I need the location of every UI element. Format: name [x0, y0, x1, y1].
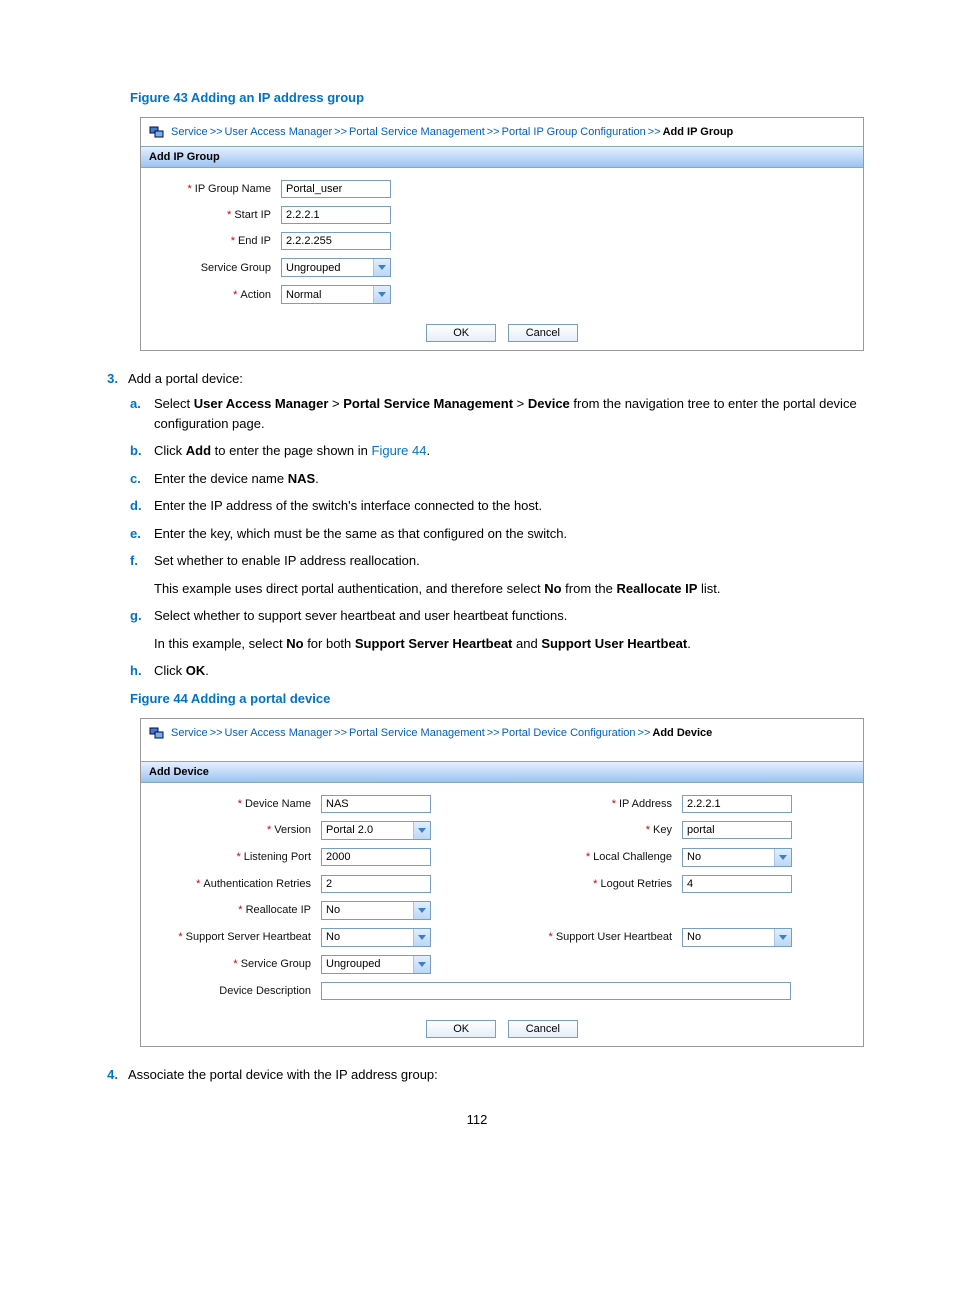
step-3-sublist: a. Select User Access Manager > Portal S…: [130, 394, 864, 681]
auth-retries-label: *Authentication Retries: [141, 878, 321, 890]
key-input[interactable]: [682, 821, 792, 839]
step-4: 4. Associate the portal device with the …: [100, 1067, 864, 1082]
sub-a: a. Select User Access Manager > Portal S…: [130, 394, 864, 433]
figure-44-title: Figure 44 Adding a portal device: [130, 691, 864, 706]
sub-d: d. Enter the IP address of the switch's …: [130, 496, 864, 516]
device-desc-label: Device Description: [141, 985, 321, 997]
ip-group-name-label: *IP Group Name: [141, 183, 281, 195]
figure-44-link[interactable]: Figure 44: [372, 443, 427, 458]
local-challenge-label: *Local Challenge: [502, 851, 682, 863]
bc-service[interactable]: Service: [171, 727, 208, 739]
bc-uam[interactable]: User Access Manager: [225, 126, 333, 138]
service-icon: [149, 725, 165, 741]
figure-43-screenshot: Service >> User Access Manager >> Portal…: [140, 117, 864, 351]
sub-g-extra: In this example, select No for both Supp…: [154, 634, 864, 654]
chevron-down-icon: [413, 929, 430, 946]
service-group-select[interactable]: Ungrouped: [281, 258, 391, 277]
logout-retries-label: *Logout Retries: [502, 878, 682, 890]
sub-g: g. Select whether to support sever heart…: [130, 606, 864, 626]
form-body: *IP Group Name *Start IP *End IP Service…: [141, 168, 863, 316]
sub-f-extra: This example uses direct portal authenti…: [154, 579, 864, 599]
page-number: 112: [90, 1112, 864, 1127]
step-text: Associate the portal device with the IP …: [128, 1067, 864, 1082]
bc-pigc[interactable]: Portal IP Group Configuration: [502, 126, 646, 138]
service-group-label: *Service Group: [141, 958, 321, 970]
key-label: *Key: [502, 824, 682, 836]
button-row: OK Cancel: [141, 1012, 863, 1046]
step-number: 3.: [100, 371, 128, 386]
start-ip-label: *Start IP: [141, 209, 281, 221]
panel-header: Add Device: [141, 761, 863, 783]
ok-button[interactable]: OK: [426, 1020, 496, 1038]
reallocate-ip-label: *Reallocate IP: [141, 904, 321, 916]
listening-port-label: *Listening Port: [141, 851, 321, 863]
sub-h: h. Click OK.: [130, 661, 864, 681]
service-group-select[interactable]: Ungrouped: [321, 955, 431, 974]
action-select[interactable]: Normal: [281, 285, 391, 304]
end-ip-label: *End IP: [141, 235, 281, 247]
bc-pdc[interactable]: Portal Device Configuration: [502, 727, 636, 739]
chevron-down-icon: [413, 902, 430, 919]
breadcrumb: Service >> User Access Manager >> Portal…: [141, 118, 863, 146]
device-desc-input[interactable]: [321, 982, 791, 1000]
step-text: Add a portal device:: [128, 371, 864, 386]
end-ip-input[interactable]: [281, 232, 391, 250]
panel-header: Add IP Group: [141, 146, 863, 168]
step-number: 4.: [100, 1067, 128, 1082]
form-body: *Device Name *IP Address *Version Portal…: [141, 783, 863, 1012]
ip-group-name-input[interactable]: [281, 180, 391, 198]
figure-43-title: Figure 43 Adding an IP address group: [130, 90, 864, 105]
cancel-button[interactable]: Cancel: [508, 1020, 578, 1038]
bc-current: Add Device: [652, 727, 712, 739]
figure-44-screenshot: Service >> User Access Manager >> Portal…: [140, 718, 864, 1047]
chevron-down-icon: [413, 822, 430, 839]
auth-retries-input[interactable]: [321, 875, 431, 893]
ok-button[interactable]: OK: [426, 324, 496, 342]
reallocate-ip-select[interactable]: No: [321, 901, 431, 920]
action-label: *Action: [141, 289, 281, 301]
bc-psm[interactable]: Portal Service Management: [349, 126, 485, 138]
chevron-down-icon: [373, 286, 390, 303]
device-name-label: *Device Name: [141, 798, 321, 810]
chevron-down-icon: [373, 259, 390, 276]
version-select[interactable]: Portal 2.0: [321, 821, 431, 840]
bc-psm[interactable]: Portal Service Management: [349, 727, 485, 739]
bc-uam[interactable]: User Access Manager: [225, 727, 333, 739]
cancel-button[interactable]: Cancel: [508, 324, 578, 342]
ip-address-input[interactable]: [682, 795, 792, 813]
button-row: OK Cancel: [141, 316, 863, 350]
sub-e: e. Enter the key, which must be the same…: [130, 524, 864, 544]
sub-f: f. Set whether to enable IP address real…: [130, 551, 864, 571]
service-group-label: Service Group: [141, 262, 281, 274]
sub-c: c. Enter the device name NAS.: [130, 469, 864, 489]
ip-address-label: *IP Address: [502, 798, 682, 810]
ssh-label: *Support Server Heartbeat: [141, 931, 321, 943]
chevron-down-icon: [774, 849, 791, 866]
bc-service[interactable]: Service: [171, 126, 208, 138]
chevron-down-icon: [774, 929, 791, 946]
listening-port-input[interactable]: [321, 848, 431, 866]
sub-b: b. Click Add to enter the page shown in …: [130, 441, 864, 461]
ssh-select[interactable]: No: [321, 928, 431, 947]
version-label: *Version: [141, 824, 321, 836]
step-3: 3. Add a portal device:: [100, 371, 864, 386]
start-ip-input[interactable]: [281, 206, 391, 224]
local-challenge-select[interactable]: No: [682, 848, 792, 867]
chevron-down-icon: [413, 956, 430, 973]
service-icon: [149, 124, 165, 140]
logout-retries-input[interactable]: [682, 875, 792, 893]
bc-current: Add IP Group: [663, 126, 734, 138]
breadcrumb: Service >> User Access Manager >> Portal…: [141, 719, 863, 747]
suh-label: *Support User Heartbeat: [502, 931, 682, 943]
device-name-input[interactable]: [321, 795, 431, 813]
suh-select[interactable]: No: [682, 928, 792, 947]
